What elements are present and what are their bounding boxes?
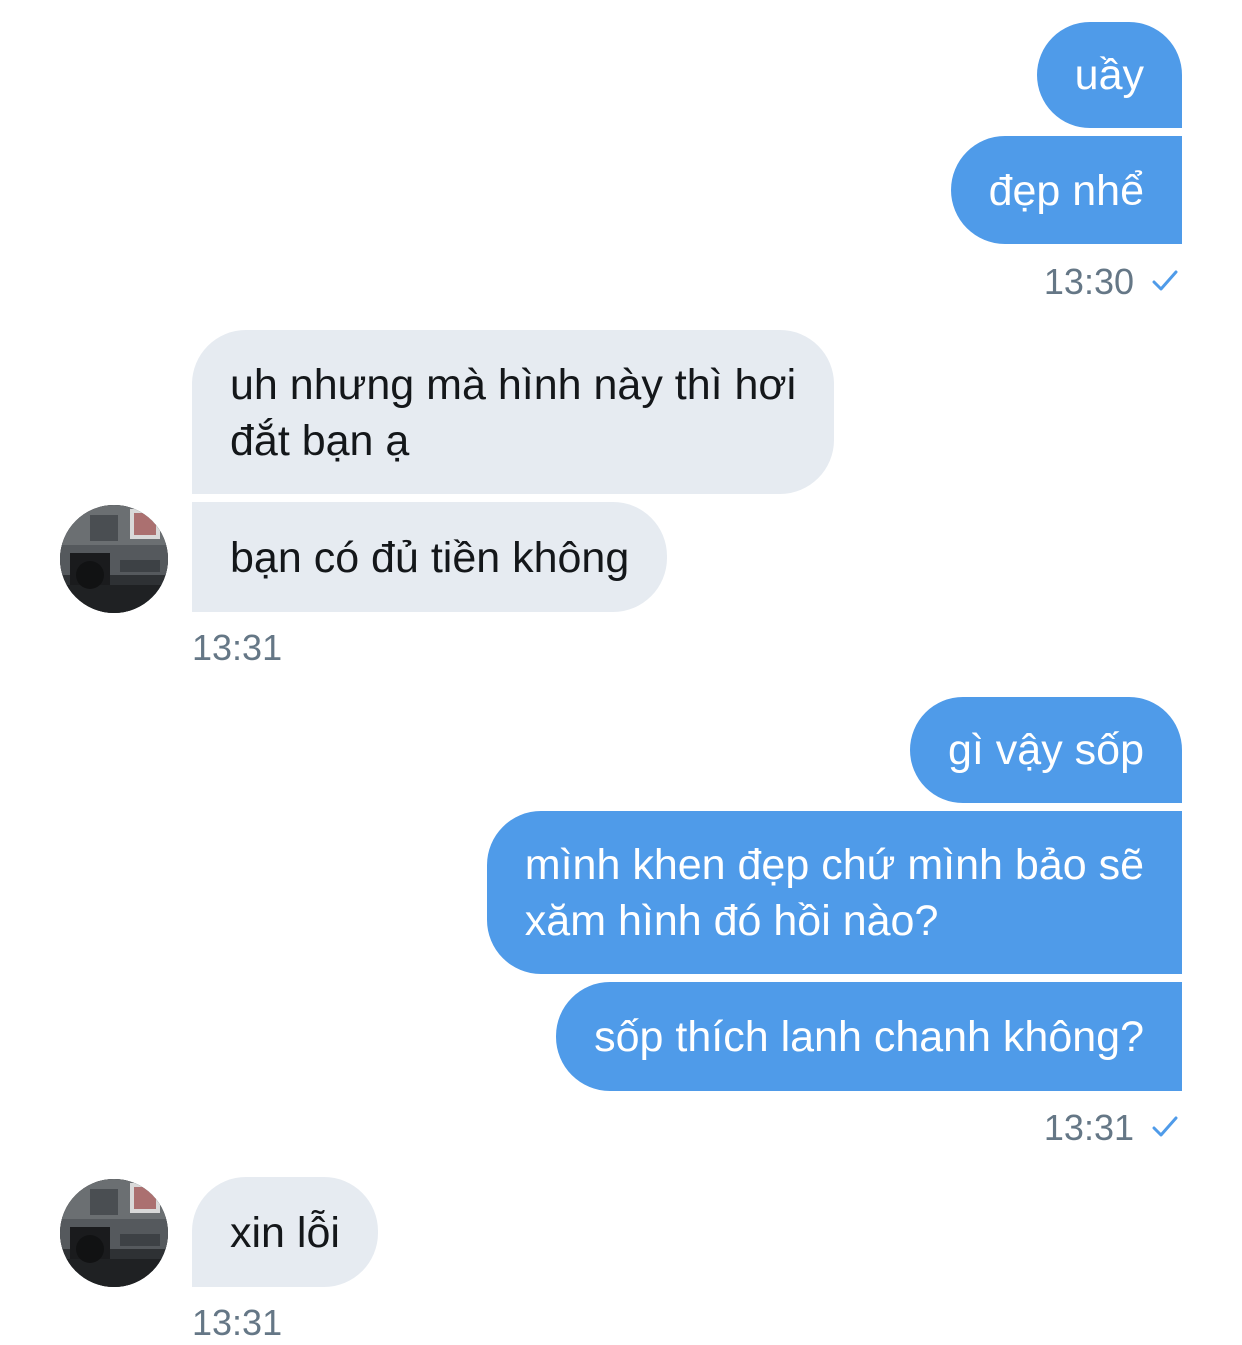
checkmark-icon (1152, 270, 1178, 291)
outgoing-message-bubble[interactable]: đẹp nhể (950, 136, 1182, 244)
message-text: bạn có đủ tiền không (230, 534, 630, 582)
message-text: xin lỗi (230, 1209, 340, 1257)
message-text-line: xăm hình đó hồi nào? (524, 897, 939, 945)
message-text: đẹp nhể (988, 167, 1144, 215)
checkmark-icon (1152, 1116, 1178, 1137)
message-timestamp: 13:31 (192, 627, 283, 668)
message-text-line: uh nhưng mà hình này thì hơi (230, 361, 797, 409)
message-timestamp: 13:31 (1043, 1107, 1134, 1148)
contact-avatar[interactable] (60, 1179, 168, 1287)
outgoing-message-bubble[interactable]: gì vậy sốp (910, 697, 1182, 803)
message-text: uầy (1074, 51, 1144, 99)
message-timestamp: 13:30 (1043, 261, 1134, 302)
outgoing-message-bubble[interactable]: sốp thích lanh chanh không? (556, 982, 1182, 1091)
message-timestamp: 13:31 (192, 1302, 283, 1343)
message-text: sốp thích lanh chanh không? (594, 1013, 1144, 1061)
message-text-line: đắt bạn ạ (230, 417, 410, 465)
incoming-message-bubble[interactable]: bạn có đủ tiền không (192, 502, 668, 612)
incoming-message-bubble[interactable]: uh nhưng mà hình này thì hơi đắt bạn ạ (192, 330, 835, 494)
contact-avatar[interactable] (60, 505, 168, 613)
outgoing-message-bubble[interactable]: uầy (1036, 22, 1182, 128)
outgoing-message-bubble[interactable]: mình khen đẹp chứ mình bảo sẽ xăm hình đ… (486, 811, 1182, 974)
incoming-message-bubble[interactable]: xin lỗi (192, 1177, 378, 1287)
message-text: gì vậy sốp (948, 726, 1144, 774)
message-text-line: mình khen đẹp chứ mình bảo sẽ (524, 841, 1144, 889)
